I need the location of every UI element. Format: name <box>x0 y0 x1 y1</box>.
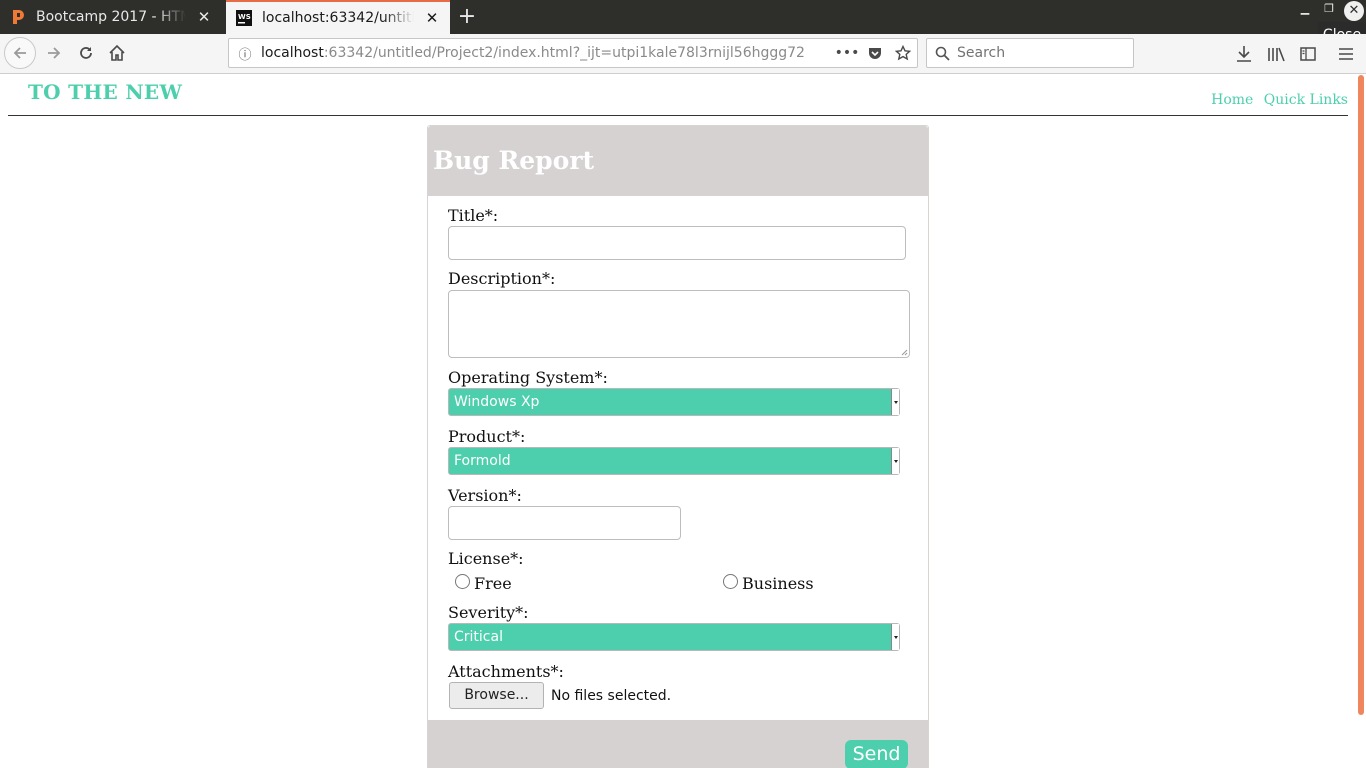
nav-link-quick-links[interactable]: Quick Links <box>1264 92 1348 108</box>
downloads-icon[interactable] <box>1232 42 1256 66</box>
search-bar[interactable] <box>926 38 1134 68</box>
license-business-radio[interactable] <box>723 574 738 589</box>
operating-system-select[interactable]: Windows Xp <box>448 388 900 416</box>
home-icon <box>109 44 125 61</box>
arrow-right-icon <box>48 47 61 59</box>
page-actions-icon[interactable]: ••• <box>833 45 861 61</box>
pocket-icon[interactable] <box>861 45 889 61</box>
dropdown-arrow-icon <box>891 624 899 650</box>
webstorm-favicon-icon: WS <box>236 10 252 26</box>
tab-localhost[interactable]: WS localhost:63342/untitled/Project2/ind… <box>226 0 450 34</box>
home-button[interactable] <box>103 39 131 67</box>
forward-button[interactable] <box>40 39 68 67</box>
license-free-label[interactable]: Free <box>474 574 512 593</box>
svg-text:WS: WS <box>238 13 251 21</box>
product-label: Product*: <box>448 427 526 446</box>
license-free-radio[interactable] <box>455 574 470 589</box>
new-tab-plus-icon[interactable]: + <box>454 4 480 30</box>
page-viewport: TO THE NEW Home Quick Links Bug Report T… <box>0 75 1366 768</box>
scrollbar-thumb[interactable] <box>1358 75 1364 715</box>
reload-button[interactable] <box>72 39 100 67</box>
bookmark-star-icon[interactable] <box>889 45 917 61</box>
severity-label: Severity*: <box>448 603 529 622</box>
close-tab-icon[interactable]: ✕ <box>422 8 442 28</box>
menu-hamburger-icon[interactable] <box>1334 42 1358 66</box>
close-tab-icon[interactable]: ✕ <box>194 7 214 27</box>
site-header: TO THE NEW Home Quick Links <box>8 75 1348 116</box>
form-footer: Send <box>428 720 928 768</box>
restore-window-icon[interactable]: ❐ <box>1322 2 1336 18</box>
url-host: localhost <box>261 45 324 61</box>
tab-bootcamp[interactable]: Bootcamp 2017 - HTML & CSS ✕ <box>0 0 222 34</box>
title-input[interactable] <box>448 226 906 260</box>
arrow-left-icon <box>13 47 26 59</box>
brand-logo[interactable]: TO THE NEW <box>28 80 182 104</box>
no-files-text: No files selected. <box>551 688 672 704</box>
bug-report-form: Bug Report Title*: Description*: Operati… <box>427 125 929 768</box>
tab-title: Bootcamp 2017 - HTML & CSS <box>36 9 186 25</box>
product-value: Formold <box>454 453 511 469</box>
top-navigation: Home Quick Links <box>1205 92 1348 108</box>
attachments-label: Attachments*: <box>448 662 564 681</box>
license-label: License*: <box>448 549 524 568</box>
dropdown-arrow-icon <box>891 448 899 474</box>
nav-link-home[interactable]: Home <box>1211 92 1253 108</box>
site-info-icon[interactable]: ⓘ <box>229 44 261 63</box>
sidebar-toggle-icon[interactable] <box>1296 42 1320 66</box>
severity-value: Critical <box>454 629 503 645</box>
search-input[interactable] <box>957 45 1117 61</box>
operating-system-value: Windows Xp <box>454 394 540 410</box>
browser-tab-strip: Bootcamp 2017 - HTML & CSS ✕ WS localhos… <box>0 0 1366 48</box>
product-select[interactable]: Formold <box>448 447 900 475</box>
reload-icon <box>80 47 92 59</box>
address-bar[interactable]: ⓘ localhost:63342/untitled/Project2/inde… <box>228 38 918 68</box>
browse-button[interactable]: Browse... <box>449 682 544 709</box>
version-label: Version*: <box>448 486 522 505</box>
form-header: Bug Report <box>428 126 928 196</box>
library-icon[interactable] <box>1264 42 1288 66</box>
operating-system-label: Operating System*: <box>448 368 608 387</box>
presentation-favicon-icon <box>10 9 26 25</box>
version-input[interactable] <box>448 506 681 540</box>
url-path: :63342/untitled/Project2/index.html?_ijt… <box>323 45 805 61</box>
title-label: Title*: <box>448 206 499 225</box>
severity-select[interactable]: Critical <box>448 623 900 651</box>
browser-navigation-bar: ⓘ localhost:63342/untitled/Project2/inde… <box>0 34 1366 74</box>
description-label: Description*: <box>448 269 556 288</box>
description-textarea[interactable] <box>448 290 910 358</box>
form-heading: Bug Report <box>433 146 595 175</box>
search-icon <box>927 46 957 61</box>
license-business-label[interactable]: Business <box>742 574 814 593</box>
tab-title: localhost:63342/untitled/Project2/index.… <box>262 10 414 26</box>
back-button[interactable] <box>4 37 36 69</box>
send-button[interactable]: Send <box>845 740 908 768</box>
close-window-icon[interactable]: ✕ <box>1344 1 1364 21</box>
dropdown-arrow-icon <box>891 389 899 415</box>
page-scrollbar[interactable] <box>1356 75 1366 768</box>
resize-grip-icon[interactable] <box>900 348 908 356</box>
address-url[interactable]: localhost:63342/untitled/Project2/index.… <box>261 45 833 61</box>
minimize-window-icon[interactable]: ▁ <box>1298 2 1312 18</box>
